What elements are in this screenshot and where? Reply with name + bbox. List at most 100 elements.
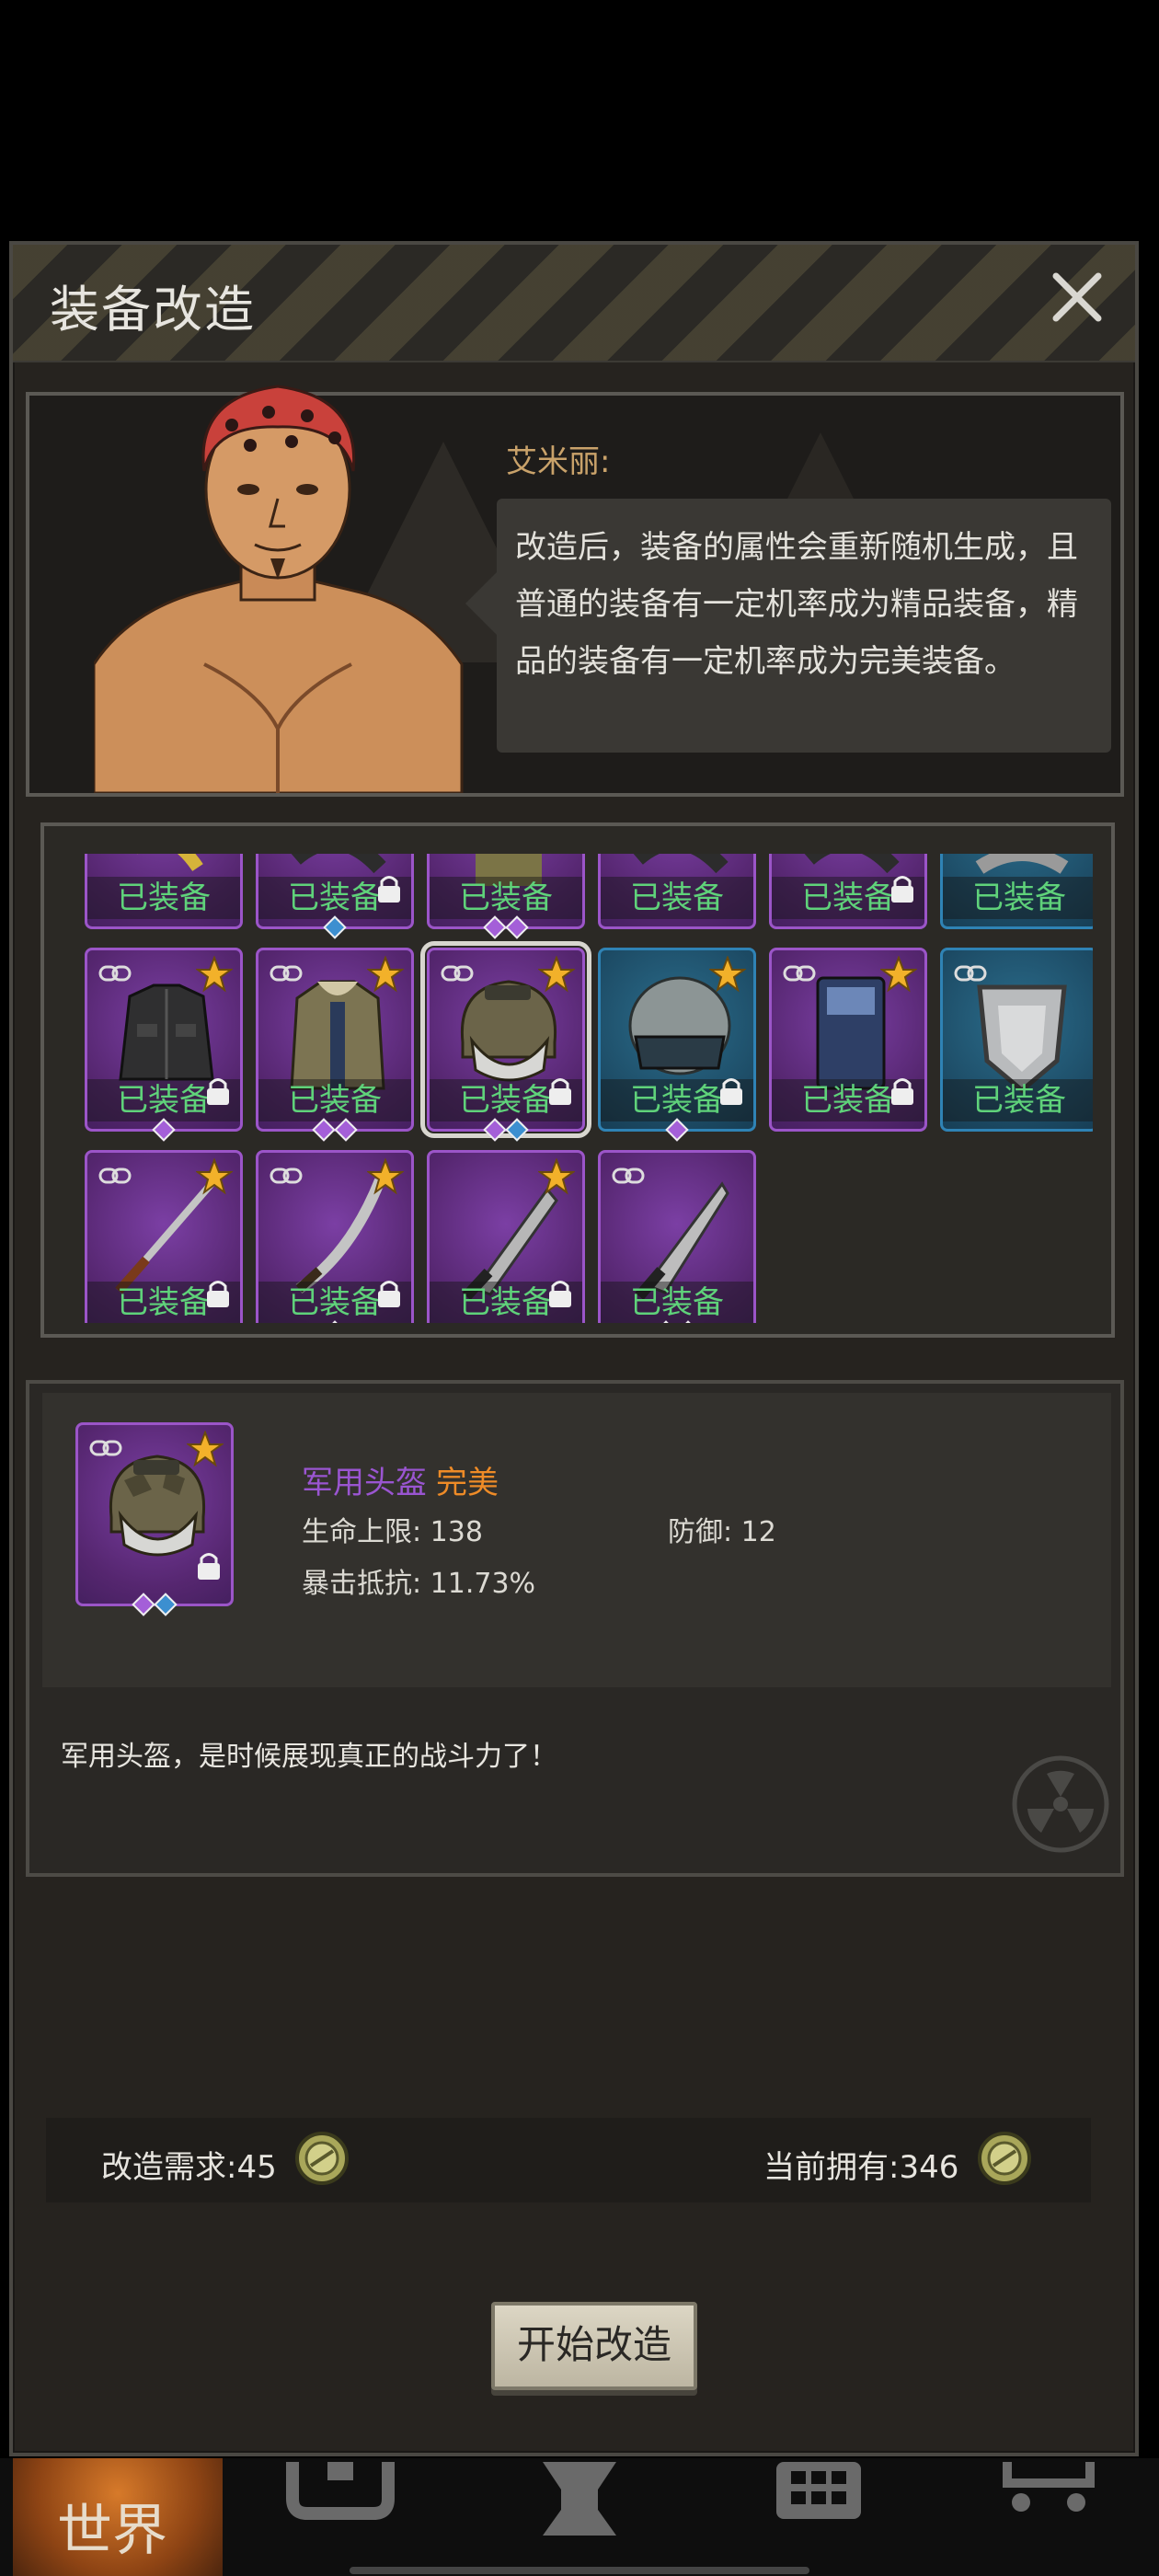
cost-owned-value: 346 [899,2149,959,2186]
purple-gem-icon [483,1118,507,1142]
stat-defense-label: 防御: [668,1516,733,1548]
nav-world-tab[interactable]: 世界 [13,2458,223,2576]
lock-icon [207,1281,229,1307]
purple-gem-icon [312,1118,336,1142]
equipment-slot[interactable]: 已装备 [256,1150,414,1323]
star-icon [196,956,233,993]
lock-icon [891,1078,913,1105]
lock-icon [207,1078,229,1105]
equipped-label: 已装备 [430,877,582,919]
link-icon [270,965,303,982]
star-icon [196,1158,233,1195]
link-icon [98,965,132,982]
purple-gem-icon [334,1118,358,1142]
stat-defense: 防御: 12 [668,1509,776,1549]
lock-icon [198,1553,220,1580]
equipment-slot[interactable]: 已装备 [256,948,414,1142]
purple-gem-icon [152,1118,176,1142]
stat-hp-value: 138 [430,1516,483,1548]
start-upgrade-button[interactable]: 开始改造 [491,2302,697,2390]
lock-icon [378,876,400,903]
selected-item-slot [75,1422,234,1616]
stat-hp-label: 生命上限: [302,1516,422,1548]
equipment-slot[interactable]: 已装备 [427,1150,585,1323]
item-description: 军用头盔，是时候展现真正的战斗力了！ [61,1741,557,1773]
star-icon [709,956,746,993]
equipment-slot[interactable]: 已装备 [598,948,756,1142]
equipment-slot[interactable]: 已装备 [769,948,927,1132]
gem-sockets [601,1118,753,1142]
equipment-slot[interactable]: 已装备 [598,854,756,929]
purple-gem-icon [132,1593,155,1616]
equipment-slot[interactable]: 已装备 [598,1150,756,1323]
equipment-grid-panel: 已装备 已装备 已装备 已装备 已装备 已装备 已装备 已装备 已装备 已装备 已装备 已装备 已装备已… [40,822,1115,1338]
star-icon [367,956,404,993]
speech-bubble-tail [465,570,499,637]
stat-crit-label: 暴击抵抗: [302,1568,422,1600]
link-icon [612,1167,645,1184]
close-icon[interactable] [1045,265,1109,329]
dialogue-line: 普通的装备有一定机率成为精品装备，精 [515,586,1078,623]
star-icon [538,956,575,993]
equipped-label: 已装备 [601,1282,753,1323]
equipment-slot[interactable]: 已装备 [769,854,927,929]
item-detail-header: 军用头盔 完美 生命上限: 138 防御: 12 暴击抵抗: 11.73% [42,1393,1111,1687]
dialogue-line: 改造后，装备的属性会重新随机生成，且 [515,529,1078,566]
equipped-label: 已装备 [258,1079,411,1121]
combat-knife-icon [635,1181,729,1300]
npc-dialogue-panel: 艾米丽: 改造后，装备的属性会重新随机生成，且 普通的装备有一定机率成为精品装备… [26,385,1124,797]
stat-hp: 生命上限: 138 [302,1509,483,1549]
item-detail-panel: 军用头盔 完美 生命上限: 138 防御: 12 暴击抵抗: 11.73% 军用头… [26,1380,1124,1877]
modal-title: 装备改造 [50,281,256,339]
equipment-slot[interactable]: 已装备 [85,948,243,1142]
equipment-slot[interactable]: 已装备 [85,1150,243,1323]
purple-gem-icon [483,915,507,939]
lock-icon [549,1281,571,1307]
link-icon [954,965,987,982]
gem-sockets [258,915,411,939]
blue-gem-icon [323,915,347,939]
metal-shield-icon [977,984,1067,1094]
equipment-slot[interactable]: 已装备 [85,854,243,929]
bottle-cap-coin-icon [978,2132,1031,2185]
gem-sockets [87,1118,240,1142]
star-icon [538,1158,575,1195]
cost-required: 改造需求:45 [101,2142,277,2187]
gem-sockets [430,915,582,939]
equipment-grid[interactable]: 已装备 已装备 已装备 已装备 已装备 已装备 已装备 已装备 已装备 已装备 已装备 已装备 已装备已… [63,854,1093,1323]
link-icon [441,965,474,982]
cost-required-value: 45 [236,2149,277,2186]
item-name-text: 军用头盔 [302,1465,427,1501]
equipment-slot[interactable]: 已装备 [427,854,585,939]
nav-world-label: 世界 [57,2499,167,2563]
stat-crit-resist: 暴击抵抗: 11.73% [302,1560,535,1601]
purple-gem-icon [505,915,529,939]
backpack-icon[interactable] [285,2462,396,2536]
link-icon [270,1167,303,1184]
equipment-slot[interactable]: 已装备 [420,941,591,1142]
item-name: 军用头盔 完美 [302,1457,499,1502]
gem-sockets [78,1593,231,1616]
equipped-label: 已装备 [87,877,240,919]
dialogue-line: 品的装备有一定机率成为完美装备。 [515,643,1016,680]
equipped-label: 已装备 [943,1079,1093,1121]
home-indicator [350,2567,809,2574]
link-icon [783,965,816,982]
cart-icon[interactable] [993,2462,1104,2536]
equipment-slot[interactable]: 已装备 [940,854,1093,929]
blue-gem-icon [154,1593,178,1616]
upgrade-modal: 装备改造 艾米丽: 改造后，装备的属性会重新随机生成，且 普通的装备有一定机率成… [9,241,1139,2456]
cost-owned-label: 当前拥有: [763,2149,900,2186]
equipment-slot[interactable]: 已装备 [940,948,1093,1132]
building-icon[interactable] [763,2462,874,2536]
cost-required-label: 改造需求: [101,2149,237,2186]
gem-sockets [258,1118,411,1142]
lock-icon [549,1078,571,1105]
anvil-icon[interactable] [524,2462,635,2536]
blue-gem-icon [505,1118,529,1142]
item-quality: 完美 [436,1465,499,1501]
star-icon [880,956,917,993]
equipment-slot[interactable]: 已装备 [256,854,414,939]
cost-bar: 改造需求:45 当前拥有:346 [46,2118,1091,2202]
lock-icon [720,1078,742,1105]
